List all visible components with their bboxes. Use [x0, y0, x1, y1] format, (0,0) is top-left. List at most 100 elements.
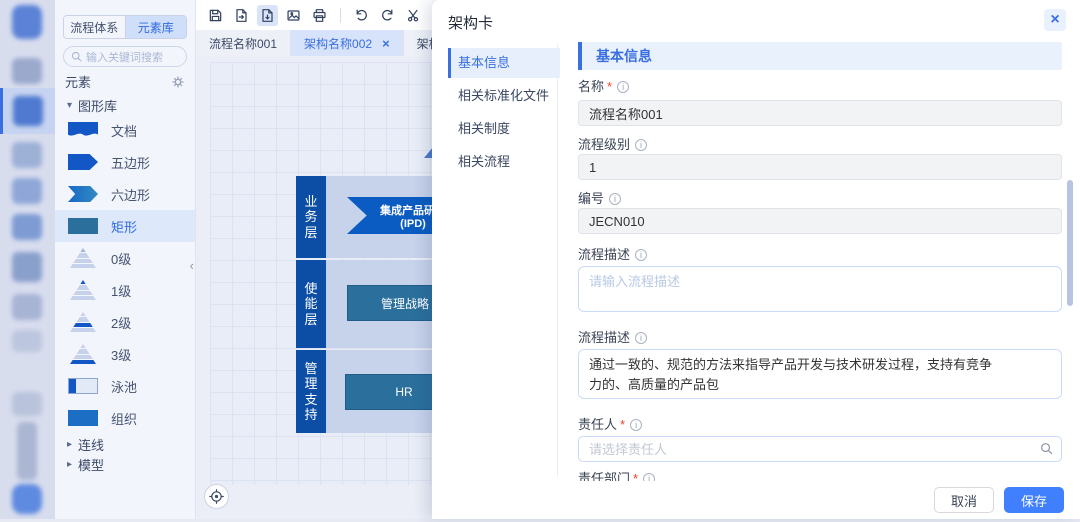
lane-header-enabling[interactable]: 使能层	[296, 260, 326, 348]
search-input[interactable]: 输入关键词搜索	[63, 46, 187, 67]
shape-item[interactable]: 组织	[55, 402, 195, 434]
shape-item[interactable]: 3级	[55, 338, 195, 370]
info-icon	[609, 193, 621, 205]
modal-scrollbar[interactable]	[1067, 180, 1073, 306]
group-collapsed[interactable]: ▸ 连线	[55, 434, 195, 454]
cancel-button[interactable]: 取消	[934, 487, 994, 513]
shape-item[interactable]: 1级	[55, 274, 195, 306]
modal-nav-item[interactable]: 相关流程	[448, 147, 560, 177]
panel-tab-element-library[interactable]: 元素库	[125, 16, 187, 38]
panel-collapse-icon[interactable]: ‹	[190, 258, 194, 273]
blurred-tool-icon[interactable]	[12, 178, 42, 204]
group-label: 模型	[78, 455, 104, 474]
blurred-tool-icon[interactable]	[12, 484, 42, 514]
info-icon	[617, 81, 629, 93]
shape-item-label: 泳池	[111, 377, 137, 396]
rail-selected-tool[interactable]	[0, 88, 55, 134]
group-shapes-library[interactable]: ▾ 图形库	[67, 96, 117, 115]
document-shape-icon	[68, 122, 98, 139]
modal-footer: 取消 保存	[432, 481, 1080, 519]
cut-icon[interactable]	[403, 5, 424, 26]
collapsed-groups: ▸ 连线▸模型	[55, 434, 195, 474]
left-icon-rail	[0, 0, 55, 519]
group-label: 图形库	[78, 96, 117, 115]
undo-icon[interactable]	[351, 5, 372, 26]
group-collapsed[interactable]: ▸模型	[55, 454, 195, 474]
close-tab-icon[interactable]: ×	[382, 36, 390, 51]
architecture-card-modal: 架构卡 × 基本信息相关标准化文件相关制度相关流程 基本信息 名称* 流程级别 …	[432, 0, 1080, 519]
toolbar-divider	[340, 8, 341, 23]
blurred-logo-icon[interactable]	[12, 5, 42, 39]
group-label: 连线	[78, 435, 104, 454]
shape-item[interactable]: 五边形	[55, 146, 195, 178]
basic-info-form: 基本信息 名称* 流程级别 编号 流程描述 流程描述 责任人*	[578, 42, 1062, 512]
shape-item[interactable]: 文档	[55, 114, 195, 146]
print-icon[interactable]	[309, 5, 330, 26]
save-icon[interactable]	[205, 5, 226, 26]
owner-select-field[interactable]	[578, 436, 1062, 462]
document-tab-label: 架构名称002	[304, 35, 372, 52]
blurred-tool-icon[interactable]	[12, 214, 42, 240]
field-label-owner: 责任人*	[578, 418, 1062, 432]
redo-icon[interactable]	[377, 5, 398, 26]
field-label-name: 名称*	[578, 80, 1062, 94]
locate-center-button[interactable]	[204, 484, 229, 509]
chevron-right-icon: ▸	[67, 439, 72, 450]
org-shape-icon	[68, 410, 98, 426]
gear-icon[interactable]	[171, 75, 185, 89]
element-library-panel: 流程体系元素库 输入关键词搜索 元素 ▾ 图形库 文档五边形六边形矩形0级1级2…	[55, 0, 196, 519]
search-placeholder: 输入关键词搜索	[86, 49, 163, 65]
shape-item[interactable]: 0级	[55, 242, 195, 274]
rectangle-shape-icon	[68, 218, 98, 234]
shape-item[interactable]: 泳池	[55, 370, 195, 402]
shape-item[interactable]: 六边形	[55, 178, 195, 210]
shape-list: 文档五边形六边形矩形 0级 1级 2级 3级泳池组织	[55, 114, 195, 434]
shape-item-label: 3级	[111, 345, 131, 364]
blurred-tool-icon[interactable]	[12, 330, 42, 352]
process-desc-field[interactable]	[578, 349, 1062, 399]
modal-title: 架构卡	[448, 12, 493, 33]
process-level-field[interactable]	[578, 154, 1062, 180]
pool-shape-icon	[68, 378, 98, 394]
export-image-icon[interactable]	[283, 5, 304, 26]
document-tab[interactable]: 流程名称001	[196, 30, 291, 56]
modal-nav-item[interactable]: 相关制度	[448, 114, 560, 144]
blurred-tool-icon[interactable]	[12, 294, 42, 320]
info-icon	[635, 249, 647, 261]
crosshair-icon	[209, 489, 224, 504]
document-tab-label: 流程名称001	[209, 35, 277, 52]
panel-tab-process-system[interactable]: 流程体系	[64, 16, 125, 38]
blurred-tool-icon[interactable]	[17, 422, 37, 480]
modal-nav-item[interactable]: 相关标准化文件	[448, 81, 560, 111]
new-file-icon[interactable]	[257, 5, 278, 26]
name-field[interactable]	[578, 100, 1062, 126]
shape-item-label: 矩形	[111, 217, 137, 236]
shape-item-label: 1级	[111, 281, 131, 300]
modal-nav-item[interactable]: 基本信息	[448, 48, 560, 78]
shape-item[interactable]: 2级	[55, 306, 195, 338]
blurred-tool-icon[interactable]	[12, 58, 42, 84]
document-tab[interactable]: 架构名称002 ×	[291, 30, 404, 56]
lane-header-business[interactable]: 业务层	[296, 176, 326, 258]
pyramid-level2-icon	[68, 312, 98, 332]
blurred-tool-icon[interactable]	[12, 252, 42, 282]
divider	[557, 44, 558, 477]
blurred-tool-icon[interactable]	[12, 142, 42, 168]
save-button[interactable]: 保存	[1004, 487, 1064, 513]
close-icon[interactable]: ×	[1044, 9, 1066, 31]
export-file-icon[interactable]	[231, 5, 252, 26]
process-desc-empty-field[interactable]	[578, 266, 1062, 312]
code-field[interactable]	[578, 208, 1062, 234]
pentagon-shape-icon	[68, 154, 98, 170]
shape-item-label: 0级	[111, 249, 131, 268]
info-icon	[630, 419, 642, 431]
pyramid-level1-icon	[68, 280, 98, 300]
hexagon-shape-icon	[68, 186, 98, 202]
blurred-tool-icon[interactable]	[12, 392, 42, 416]
lane-header-support[interactable]: 管理支持	[296, 350, 326, 433]
field-label-level: 流程级别	[578, 138, 1062, 152]
shape-item[interactable]: 矩形	[55, 210, 195, 242]
panel-tab-switcher: 流程体系元素库	[63, 15, 187, 39]
shape-item-label: 组织	[111, 409, 137, 428]
blurred-tool-icon	[13, 96, 43, 126]
